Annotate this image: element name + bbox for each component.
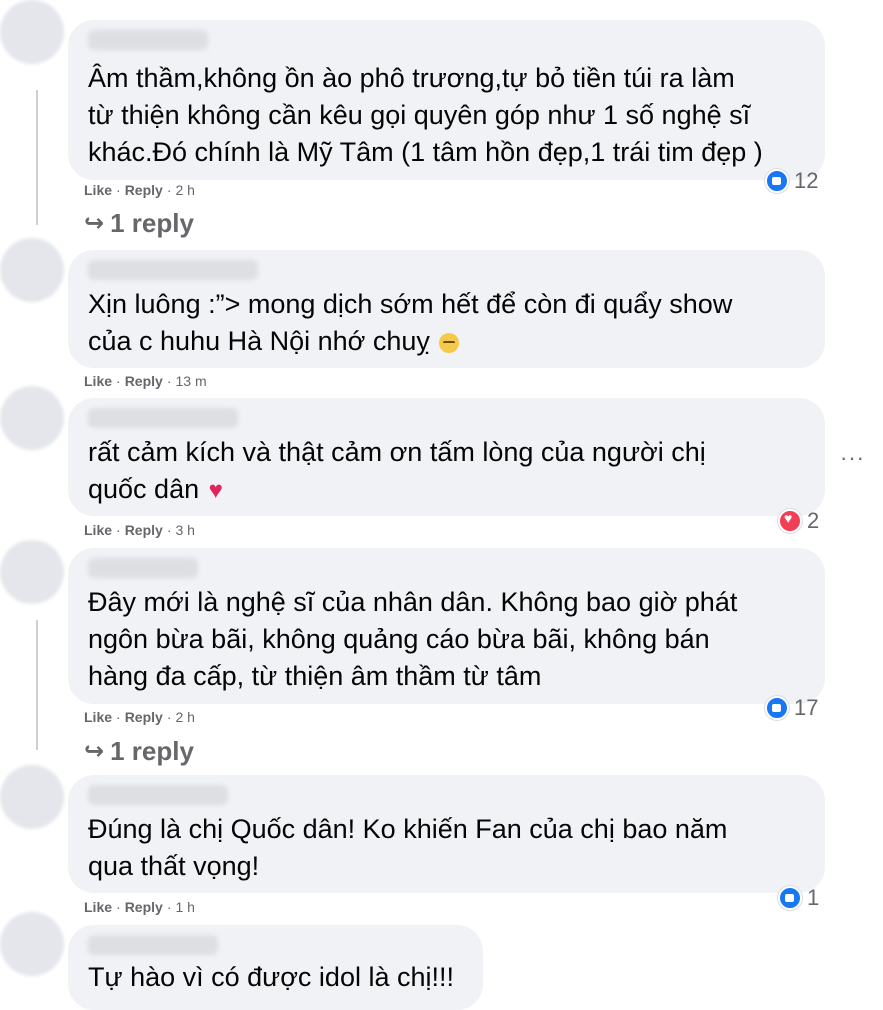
view-replies-link[interactable]: ↪ 1 reply [84, 208, 194, 239]
comment-line: rất cảm kích và thật cảm ơn tấm lòng của… [88, 437, 706, 467]
avatar[interactable] [0, 386, 64, 450]
avatar[interactable] [0, 0, 64, 64]
avatar[interactable] [0, 765, 64, 829]
comment-line: quốc dân [88, 474, 200, 504]
sad-face-emoji-icon [439, 332, 460, 353]
comment-line: ngôn bừa bãi, không quảng cáo bừa bãi, k… [88, 624, 710, 654]
separator: · [116, 182, 121, 198]
comment-text: Xịn luông :”> mong dịch sớm hết để còn đ… [88, 286, 811, 360]
separator: · [166, 899, 172, 915]
separator: · [166, 182, 172, 198]
like-link[interactable]: Like [84, 522, 112, 538]
avatar[interactable] [0, 238, 64, 302]
reply-link[interactable]: Reply [125, 709, 163, 725]
reaction-count: 12 [794, 168, 819, 193]
reaction-count: 2 [807, 508, 820, 533]
comment-line: qua thất vọng! [88, 851, 260, 881]
reaction-summary[interactable]: 2 [778, 508, 819, 534]
separator: · [116, 522, 121, 538]
reaction-count: 1 [807, 885, 820, 910]
like-reaction-icon [765, 169, 789, 193]
comment-line: khác.Đó chính là Mỹ Tâm (1 tâm hồn đẹp,1… [88, 137, 763, 167]
comment-line: Xịn luông :”> mong dịch sớm hết để còn đ… [88, 289, 733, 319]
timestamp[interactable]: 2 h [175, 182, 194, 198]
comment-text: Tự hào vì có được idol là chị!!! [88, 959, 469, 996]
view-replies-link[interactable]: ↪ 1 reply [84, 736, 194, 767]
comment-actions: Like · Reply · 2 h [84, 709, 195, 725]
timestamp[interactable]: 3 h [175, 522, 194, 538]
reaction-count: 17 [794, 695, 819, 720]
reply-arrow-icon: ↪ [84, 210, 105, 237]
love-reaction-icon [778, 509, 802, 533]
comment-line: Âm thầm,không ồn ào phô trương,tự bỏ tiề… [88, 63, 735, 93]
timestamp[interactable]: 2 h [175, 709, 194, 725]
timestamp[interactable]: 13 m [175, 373, 206, 389]
comment-actions: Like · Reply · 2 h [84, 182, 195, 198]
red-heart-emoji-icon: ♥ [208, 477, 223, 505]
like-reaction-icon [778, 886, 802, 910]
comment-bubble: Âm thầm,không ồn ào phô trương,tự bỏ tiề… [68, 20, 825, 180]
separator: · [166, 709, 172, 725]
commenter-name[interactable] [88, 785, 228, 805]
reaction-summary[interactable]: 17 [765, 695, 818, 721]
comment-text: rất cảm kích và thật cảm ơn tấm lòng của… [88, 434, 811, 509]
commenter-name[interactable] [88, 408, 238, 428]
separator: · [116, 899, 121, 915]
comment-line: hàng đa cấp, từ thiện âm thầm từ tâm [88, 661, 542, 691]
comment-bubble: Đây mới là nghệ sĩ của nhân dân. Không b… [68, 548, 825, 704]
reply-arrow-icon: ↪ [84, 738, 105, 765]
reply-link[interactable]: Reply [125, 373, 163, 389]
comment-line: của c huhu Hà Nội nhớ chuỵ [88, 326, 430, 356]
commenter-name[interactable] [88, 30, 208, 50]
avatar[interactable] [0, 540, 64, 604]
comment-bubble: rất cảm kích và thật cảm ơn tấm lòng của… [68, 398, 825, 516]
like-link[interactable]: Like [84, 373, 112, 389]
comment-line-with-emoji: quốc dân ♥ [88, 471, 811, 509]
reply-link[interactable]: Reply [125, 899, 163, 915]
like-link[interactable]: Like [84, 182, 112, 198]
comment-bubble: Tự hào vì có được idol là chị!!! [68, 925, 483, 1010]
reply-link[interactable]: Reply [125, 182, 163, 198]
comment-line: từ thiện không cần kêu gọi quyên góp như… [88, 100, 751, 130]
like-reaction-icon [765, 696, 789, 720]
comment-line: Tự hào vì có được idol là chị!!! [88, 962, 455, 992]
separator: · [116, 373, 121, 389]
like-link[interactable]: Like [84, 899, 112, 915]
comment-bubble: Đúng là chị Quốc dân! Ko khiến Fan của c… [68, 775, 825, 893]
like-link[interactable]: Like [84, 709, 112, 725]
thread-line [36, 620, 38, 750]
comment-actions: Like · Reply · 1 h [84, 899, 195, 915]
comment-line-with-emoji: của c huhu Hà Nội nhớ chuỵ [88, 323, 811, 360]
comment-actions: Like · Reply · 3 h [84, 522, 195, 538]
avatar[interactable] [0, 912, 64, 976]
reaction-summary[interactable]: 1 [778, 885, 819, 911]
timestamp[interactable]: 1 h [175, 899, 194, 915]
more-options-icon[interactable]: ··· [840, 445, 865, 471]
replies-count-label: 1 reply [110, 736, 194, 766]
comment-line: Đây mới là nghệ sĩ của nhân dân. Không b… [88, 587, 738, 617]
comment-line: Đúng là chị Quốc dân! Ko khiến Fan của c… [88, 814, 728, 844]
thread-line [36, 90, 38, 225]
separator: · [166, 373, 172, 389]
comment-text: Âm thầm,không ồn ào phô trương,tự bỏ tiề… [88, 60, 811, 171]
comment-text: Đúng là chị Quốc dân! Ko khiến Fan của c… [88, 811, 811, 885]
separator: · [166, 522, 172, 538]
commenter-name[interactable] [88, 558, 198, 578]
reaction-summary[interactable]: 12 [765, 168, 818, 194]
comment-text: Đây mới là nghệ sĩ của nhân dân. Không b… [88, 584, 811, 695]
replies-count-label: 1 reply [110, 208, 194, 238]
separator: · [116, 709, 121, 725]
commenter-name[interactable] [88, 935, 218, 955]
comment-bubble: Xịn luông :”> mong dịch sớm hết để còn đ… [68, 250, 825, 368]
comment-actions: Like · Reply · 13 m [84, 373, 207, 389]
reply-link[interactable]: Reply [125, 522, 163, 538]
commenter-name[interactable] [88, 260, 258, 280]
